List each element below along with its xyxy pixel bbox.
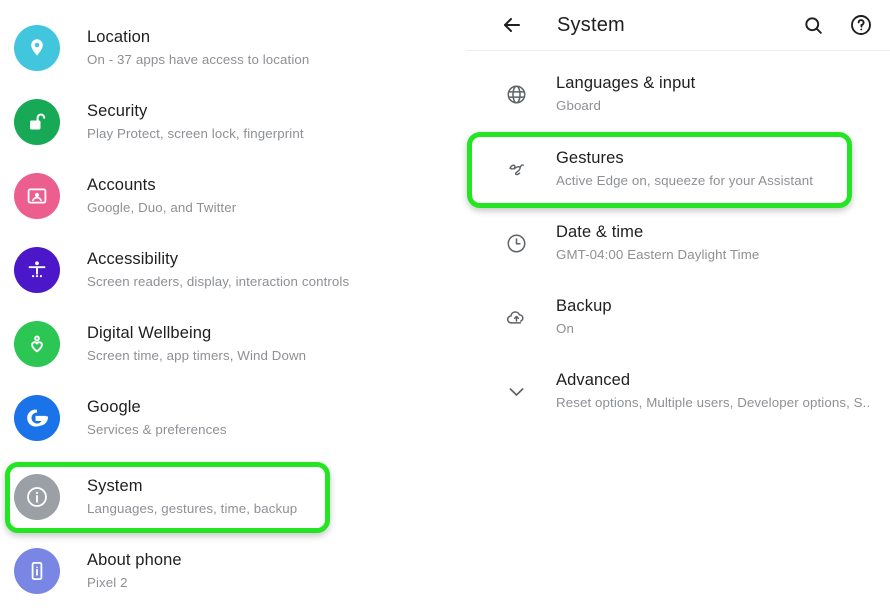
system-row-date-time[interactable]: Date & time GMT-04:00 Eastern Daylight T… — [465, 206, 890, 280]
system-row-title: Date & time — [556, 223, 644, 241]
chevron-down-icon — [504, 379, 528, 403]
settings-row-title: About phone — [87, 551, 182, 569]
settings-row-title: Accessibility — [87, 250, 179, 268]
system-row-subtitle: Active Edge on, squeeze for your Assista… — [556, 173, 813, 188]
settings-row-title: System — [87, 477, 143, 495]
system-row-advanced[interactable]: Advanced Reset options, Multiple users, … — [465, 354, 890, 428]
system-row-text: Gestures Active Edge on, squeeze for you… — [556, 148, 813, 190]
system-row-gestures[interactable]: Gestures Active Edge on, squeeze for you… — [465, 132, 890, 206]
system-row-text: Languages & input Gboard — [556, 73, 695, 115]
settings-row-digital-wellbeing[interactable]: Digital Wellbeing Screen time, app timer… — [0, 307, 465, 381]
settings-row-text: About phone Pixel 2 — [87, 550, 182, 592]
system-row-subtitle: GMT-04:00 Eastern Daylight Time — [556, 247, 760, 262]
settings-row-subtitle: On - 37 apps have access to location — [87, 52, 310, 67]
accessibility-person-icon — [14, 247, 60, 293]
system-row-backup[interactable]: Backup On — [465, 280, 890, 354]
clock-icon — [504, 231, 528, 255]
settings-row-location[interactable]: Location On - 37 apps have access to loc… — [0, 11, 465, 85]
settings-row-system[interactable]: System Languages, gestures, time, backup — [0, 460, 465, 534]
system-row-title: Backup — [556, 297, 612, 315]
wellbeing-heart-icon — [14, 321, 60, 367]
settings-row-title: Google — [87, 398, 141, 416]
account-card-icon — [14, 173, 60, 219]
location-pin-icon — [14, 25, 60, 71]
cloud-upload-icon — [504, 305, 528, 329]
back-arrow-icon[interactable] — [499, 12, 525, 38]
system-row-title: Languages & input — [556, 74, 696, 92]
settings-row-subtitle: Languages, gestures, time, backup — [87, 501, 298, 516]
globe-icon — [504, 82, 528, 106]
system-detail-panel: System Languages & input Gboard Gestures… — [465, 0, 890, 606]
settings-row-text: Security Play Protect, screen lock, fing… — [87, 101, 304, 143]
app-bar-divider — [466, 50, 890, 51]
settings-row-title: Digital Wellbeing — [87, 324, 212, 342]
settings-row-subtitle: Google, Duo, and Twitter — [87, 200, 237, 215]
settings-row-accounts[interactable]: Accounts Google, Duo, and Twitter — [0, 159, 465, 233]
settings-row-subtitle: Services & preferences — [87, 422, 227, 437]
settings-row-subtitle: Play Protect, screen lock, fingerprint — [87, 126, 304, 141]
system-row-text: Backup On — [556, 296, 612, 338]
system-row-title: Advanced — [556, 371, 631, 389]
settings-row-title: Security — [87, 102, 148, 120]
settings-row-text: Google Services & preferences — [87, 397, 227, 439]
google-g-icon — [14, 395, 60, 441]
system-row-subtitle: Reset options, Multiple users, Developer… — [556, 395, 871, 410]
settings-row-text: Accounts Google, Duo, and Twitter — [87, 175, 236, 217]
info-circle-icon — [14, 474, 60, 520]
system-row-subtitle: Gboard — [556, 98, 601, 113]
settings-main-panel: Location On - 37 apps have access to loc… — [0, 0, 465, 606]
settings-row-accessibility[interactable]: Accessibility Screen readers, display, i… — [0, 233, 465, 307]
settings-row-title: Location — [87, 28, 151, 46]
search-icon[interactable] — [800, 12, 826, 38]
system-row-text: Date & time GMT-04:00 Eastern Daylight T… — [556, 222, 759, 264]
settings-row-google[interactable]: Google Services & preferences — [0, 381, 465, 455]
system-row-languages-input[interactable]: Languages & input Gboard — [465, 57, 890, 131]
settings-row-text: System Languages, gestures, time, backup — [87, 476, 297, 518]
app-bar-actions — [800, 0, 874, 50]
system-row-text: Advanced Reset options, Multiple users, … — [556, 370, 870, 412]
settings-row-text: Accessibility Screen readers, display, i… — [87, 249, 349, 291]
settings-row-subtitle: Screen time, app timers, Wind Down — [87, 348, 307, 363]
unlocked-padlock-icon — [14, 99, 60, 145]
system-row-title: Gestures — [556, 149, 624, 167]
screenshot-root: Location On - 37 apps have access to loc… — [0, 0, 890, 606]
app-bar: System — [465, 0, 890, 50]
system-row-subtitle: On — [556, 321, 574, 336]
help-icon[interactable] — [848, 12, 874, 38]
settings-row-subtitle: Pixel 2 — [87, 575, 128, 590]
settings-row-text: Location On - 37 apps have access to loc… — [87, 27, 309, 69]
settings-row-about-phone[interactable]: About phone Pixel 2 — [0, 534, 465, 608]
gesture-swirl-icon — [504, 157, 528, 181]
phone-info-icon — [14, 548, 60, 594]
settings-row-security[interactable]: Security Play Protect, screen lock, fing… — [0, 85, 465, 159]
settings-row-subtitle: Screen readers, display, interaction con… — [87, 274, 350, 289]
page-title: System — [557, 13, 625, 36]
settings-row-text: Digital Wellbeing Screen time, app timer… — [87, 323, 306, 365]
settings-row-title: Accounts — [87, 176, 156, 194]
